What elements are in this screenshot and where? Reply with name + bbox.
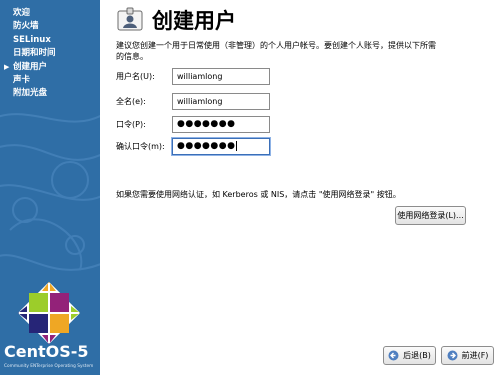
back-button-label: 后退(B) (403, 351, 431, 360)
page-description: 建议您创建一个用于日常使用（非管理）的个人用户帐号。要创建个人账号，提供以下所需… (116, 41, 436, 61)
forward-button[interactable]: 前进(F) (441, 346, 494, 365)
arrow-right-icon (447, 350, 458, 361)
confirm-password-label: 确认口令(m): (116, 142, 165, 151)
fullname-row: 全名(e): williamlong (116, 93, 270, 110)
network-auth-hint: 如果您需要使用网络认证，如 Kerberos 或 NIS，请点击 "使用网络登录… (116, 190, 401, 199)
fullname-input[interactable]: williamlong (172, 93, 270, 110)
confirm-password-input[interactable]: ●●●●●●● (172, 138, 270, 155)
step-item-additional-cd: 附加光盘 (13, 88, 48, 99)
step-item-soundcard: 声卡 (13, 74, 31, 85)
username-label: 用户名(U): (116, 72, 155, 81)
username-input[interactable]: williamlong (172, 68, 270, 85)
use-network-login-button[interactable]: 使用网络登录(L)... (395, 206, 466, 225)
step-item-selinux: SELinux (13, 34, 51, 45)
password-input[interactable]: ●●●●●●● (172, 116, 270, 133)
fullname-label: 全名(e): (116, 97, 146, 106)
username-row: 用户名(U): williamlong (116, 68, 270, 85)
password-label: 口令(P): (116, 120, 146, 129)
centos-logo-icon (17, 281, 81, 345)
text-caret (236, 140, 238, 151)
password-row: 口令(P): ●●●●●●● (116, 116, 270, 133)
brand-text: CentOS-5 (4, 342, 89, 361)
back-button[interactable]: 后退(B) (383, 346, 436, 365)
page-header: 创建用户 (116, 4, 236, 36)
step-item-datetime: 日期和时间 (13, 48, 56, 59)
page-title: 创建用户 (152, 9, 236, 33)
step-item-create-user: ▶ 创建用户 (4, 61, 56, 74)
main-panel: 创建用户 建议您创建一个用于日常使用（非管理）的个人用户帐号。要创建个人账号，提… (100, 0, 500, 375)
current-step-arrow-icon: ▶ (4, 62, 10, 71)
step-item-firewall: 防火墙 (13, 21, 39, 32)
brand-subtitle: Community ENTerprise Operating System (4, 364, 94, 369)
user-card-icon (117, 7, 143, 31)
arrow-left-icon (388, 350, 399, 361)
confirm-password-row: 确认口令(m): ●●●●●●● (116, 138, 270, 155)
step-item-welcome: 欢迎 (13, 8, 31, 18)
step-list: 欢迎 防火墙 SELinux 日期和时间 ▶ 创建用户 声卡 附加光盘 (4, 7, 56, 101)
firstboot-sidebar: 欢迎 防火墙 SELinux 日期和时间 ▶ 创建用户 声卡 附加光盘 CentO… (0, 0, 100, 375)
forward-button-label: 前进(F) (461, 351, 489, 360)
